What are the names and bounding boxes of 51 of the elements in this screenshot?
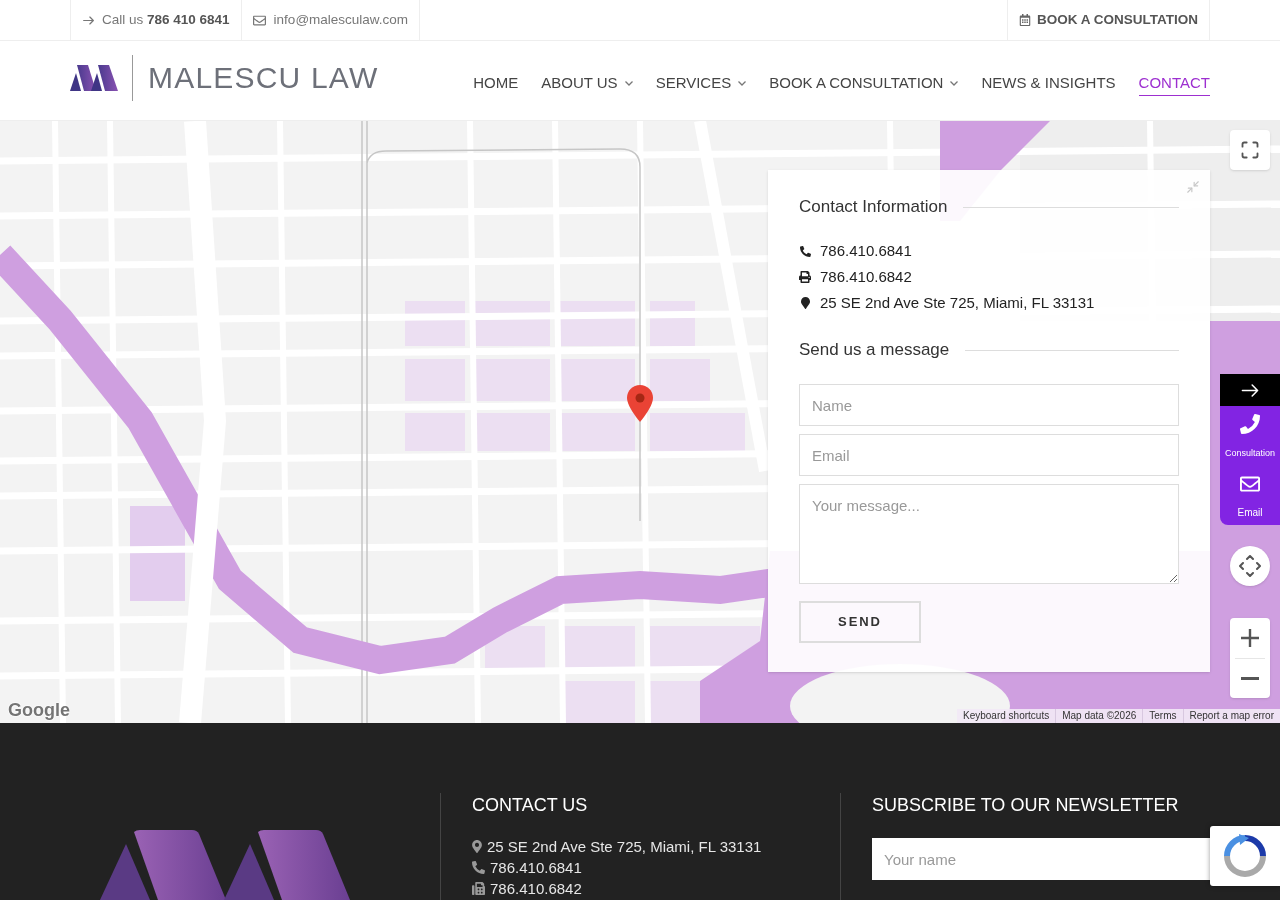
map-attribution-link[interactable]: Keyboard shortcuts bbox=[957, 709, 1056, 723]
input-field[interactable]: Email bbox=[799, 434, 1179, 476]
minus-icon bbox=[1241, 677, 1259, 680]
email-address-link[interactable]: info@malesculaw.com bbox=[241, 0, 421, 40]
input-field[interactable]: Name bbox=[799, 384, 1179, 426]
nav-link[interactable]: SERVICES bbox=[655, 73, 747, 96]
contact-detail-text: 25 SE 2nd Ave Ste 725, Miami, FL 33131 bbox=[820, 292, 1095, 313]
logo-text: MALESCU LAW bbox=[148, 61, 379, 95]
footer-contact-text: 786.410.6842 bbox=[490, 879, 582, 898]
footer-contact-text: 786.410.6841 bbox=[490, 858, 582, 877]
phone-icon bbox=[1240, 414, 1260, 434]
footer-contact-text: 25 SE 2nd Ave Ste 725, Miami, FL 33131 bbox=[487, 837, 762, 856]
fullscreen-button[interactable] bbox=[1230, 130, 1270, 170]
nav-link[interactable]: CONTACT bbox=[1138, 73, 1210, 96]
message-field[interactable]: Your message... bbox=[799, 484, 1179, 584]
nav-link[interactable]: BOOK A CONSULTATION bbox=[769, 73, 959, 96]
contact-detail-text: 786.410.6841 bbox=[820, 240, 912, 261]
plus-icon bbox=[1241, 629, 1259, 647]
fax-icon bbox=[472, 882, 485, 895]
book-consultation-link[interactable]: BOOK A CONSULTATION bbox=[1007, 0, 1210, 40]
panel-heading: Send us a message bbox=[799, 340, 950, 360]
panel-heading: Contact Information bbox=[799, 197, 948, 217]
nav-link[interactable]: NEWS & INSIGHTS bbox=[981, 73, 1116, 96]
newsletter-field[interactable]: Your name bbox=[872, 838, 1210, 880]
quick-contact-link[interactable]: Consultation bbox=[1220, 406, 1280, 466]
arrow-icon bbox=[83, 15, 94, 25]
send-button[interactable]: SEND bbox=[799, 601, 921, 643]
move-arrows-icon bbox=[1239, 555, 1261, 577]
quick-contact-link[interactable]: Email bbox=[1220, 465, 1280, 525]
arrow-icon bbox=[1241, 383, 1259, 397]
recaptcha-icon bbox=[1223, 834, 1267, 878]
fullscreen-icon bbox=[1240, 140, 1260, 160]
phone-link[interactable]: Call us 786 410 6841 bbox=[70, 0, 242, 40]
google-logo: Google bbox=[8, 699, 70, 721]
envelope-icon bbox=[252, 13, 266, 27]
contact-detail-text: 786.410.6842 bbox=[820, 266, 912, 287]
collapse-arrow-button[interactable] bbox=[1220, 374, 1280, 406]
location-pin-icon bbox=[627, 385, 653, 422]
map-marker-icon bbox=[800, 297, 810, 309]
map-marker-icon bbox=[472, 840, 482, 853]
footer-heading: CONTACT US bbox=[472, 794, 589, 816]
phone-icon bbox=[472, 861, 485, 874]
recaptcha-badge[interactable] bbox=[1210, 826, 1280, 886]
footer-heading: SUBSCRIBE TO OUR NEWSLETTER bbox=[872, 794, 1180, 816]
nav-link[interactable]: HOME bbox=[473, 73, 519, 96]
nav-link[interactable]: ABOUT US bbox=[541, 73, 633, 96]
calendar-icon bbox=[1019, 14, 1031, 26]
logo-icon bbox=[70, 65, 118, 91]
logo-icon bbox=[100, 830, 350, 900]
phone-icon bbox=[799, 245, 811, 257]
printer-icon bbox=[799, 271, 811, 283]
